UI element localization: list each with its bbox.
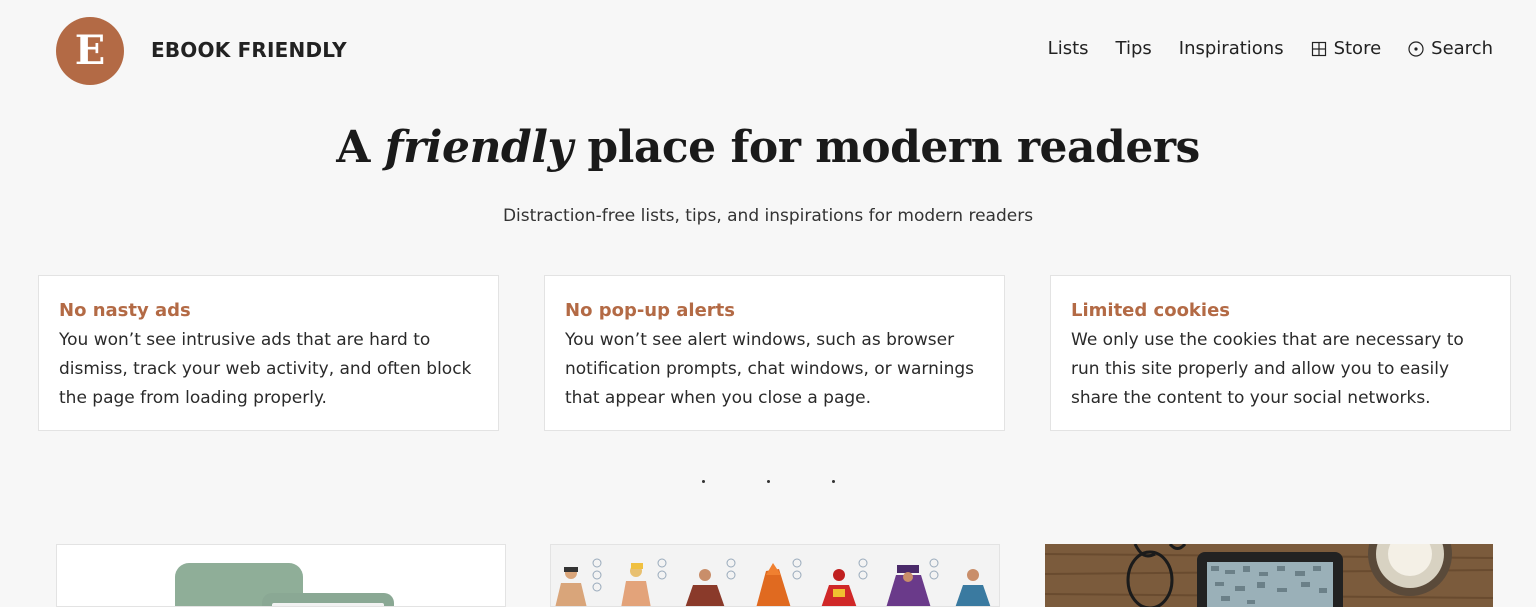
- feature-card-cookies: Limited cookies We only use the cookies …: [1050, 275, 1511, 431]
- nav-lists[interactable]: Lists: [1048, 38, 1089, 59]
- hero-title-em: friendly: [384, 122, 573, 173]
- divider-dot: [766, 480, 770, 483]
- feature-body: You won’t see alert windows, such as bro…: [565, 330, 974, 408]
- nav-tips[interactable]: Tips: [1116, 38, 1152, 59]
- main-nav: Lists Tips Inspirations Store Search: [1048, 38, 1493, 59]
- brand-name[interactable]: EBOOK FRIENDLY: [151, 38, 347, 62]
- hero-title: A friendly place for modern readers: [0, 122, 1536, 173]
- grid-icon: [1311, 41, 1326, 56]
- hero-title-post: place for modern readers: [572, 122, 1200, 173]
- feature-card-ads: No nasty ads You won’t see intrusive ads…: [38, 275, 499, 431]
- nav-inspirations[interactable]: Inspirations: [1179, 38, 1284, 59]
- nav-search[interactable]: Search: [1408, 38, 1493, 59]
- logo-letter: E: [74, 27, 106, 74]
- feature-title: No nasty ads: [59, 300, 191, 321]
- search-circle-icon: [1408, 40, 1424, 57]
- hero-title-pre: A: [336, 122, 385, 173]
- site-logo[interactable]: E: [56, 17, 124, 85]
- nav-inspirations-label: Inspirations: [1178, 38, 1284, 59]
- nav-search-label: Search: [1431, 38, 1493, 59]
- wooden-table-photo: [1045, 544, 1493, 607]
- feature-body: You won’t see intrusive ads that are har…: [59, 330, 472, 408]
- feature-card-popups: No pop-up alerts You won’t see alert win…: [544, 275, 1005, 431]
- divider-dot: [701, 480, 705, 483]
- section-divider-dots: [0, 480, 1536, 483]
- nav-tips-label: Tips: [1115, 38, 1152, 59]
- ereader-illustration: [175, 563, 394, 606]
- hero-subtitle: Distraction-free lists, tips, and inspir…: [502, 206, 1034, 226]
- nav-lists-label: Lists: [1047, 38, 1089, 59]
- feature-title: Limited cookies: [1071, 300, 1230, 321]
- feature-body: We only use the cookies that are necessa…: [1071, 330, 1464, 408]
- feature-title: No pop-up alerts: [565, 300, 735, 321]
- nav-store[interactable]: Store: [1311, 38, 1382, 59]
- article-thumbnail-heroes[interactable]: [550, 544, 1000, 607]
- divider-dot: [831, 480, 835, 483]
- nav-store-label: Store: [1333, 38, 1382, 59]
- article-thumbnail-ereaders[interactable]: [56, 544, 506, 607]
- superheroes-illustration: [555, 558, 991, 606]
- article-thumbnail-reading-table[interactable]: [1045, 544, 1493, 607]
- site-header: E EBOOK FRIENDLY Lists Tips Inspirations…: [0, 0, 1536, 100]
